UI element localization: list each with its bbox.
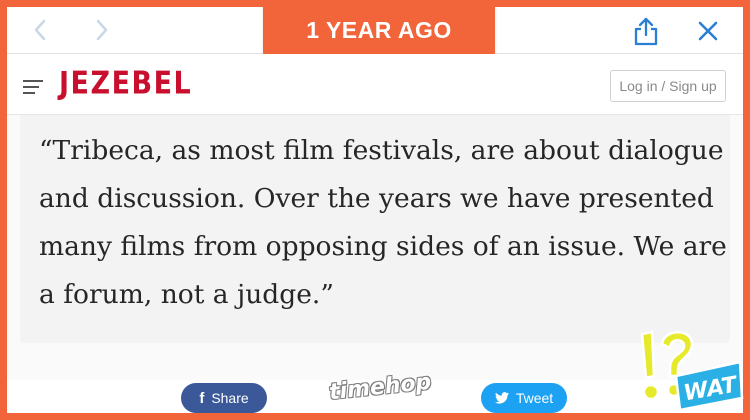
- wat-sticker: WAT: [640, 330, 744, 412]
- login-signup-button[interactable]: Log in / Sign up: [610, 70, 726, 102]
- site-header: JEZEBEL Log in / Sign up: [7, 54, 743, 115]
- tweet-label: Tweet: [515, 390, 554, 406]
- time-ago-label: 1 YEAR AGO: [306, 16, 452, 43]
- twitter-tweet-button[interactable]: Tweet: [481, 383, 567, 413]
- chevron-left-icon[interactable]: [25, 15, 55, 45]
- twitter-bird-icon: [494, 392, 509, 404]
- chevron-right-icon[interactable]: [87, 15, 117, 45]
- hamburger-menu-icon[interactable]: [23, 78, 45, 96]
- facebook-share-button[interactable]: f Share: [181, 383, 267, 413]
- share-label: Share: [211, 390, 249, 406]
- exclamation-mark: [640, 330, 660, 401]
- time-ago-badge: 1 YEAR AGO: [263, 7, 495, 60]
- site-logo[interactable]: JEZEBEL: [59, 66, 192, 102]
- quote-block: “Tribeca, as most film festivals, are ab…: [20, 115, 730, 343]
- close-icon[interactable]: [693, 16, 723, 46]
- share-upload-icon[interactable]: [631, 16, 661, 46]
- facebook-icon: f: [199, 389, 205, 407]
- quote-text: “Tribeca, as most film festivals, are ab…: [39, 135, 727, 310]
